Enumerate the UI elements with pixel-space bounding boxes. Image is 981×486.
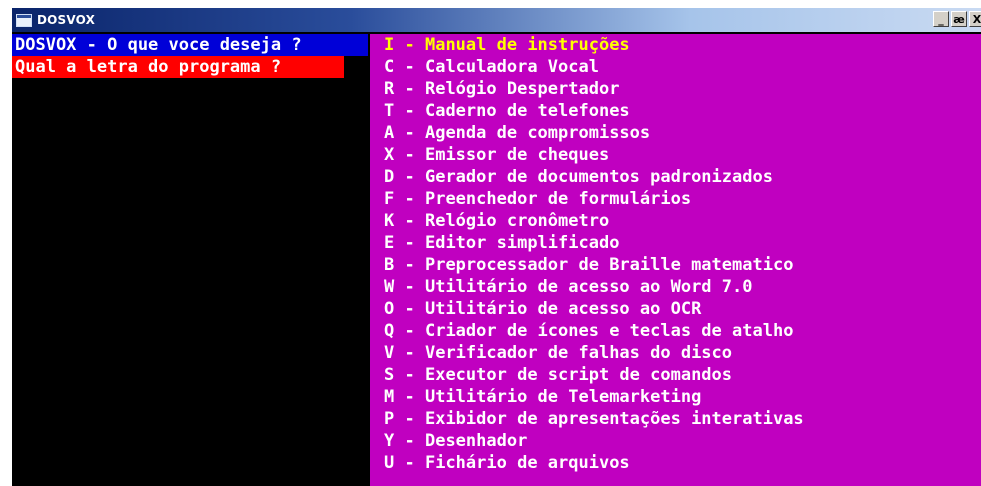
menu-item-label: Preprocessador de Braille matematico xyxy=(424,255,794,275)
menu-item[interactable]: C - Calculadora Vocal xyxy=(384,56,599,78)
menu-item-key: E xyxy=(384,233,395,253)
menu-item-key: U xyxy=(384,453,395,473)
console-area[interactable]: DOSVOX - O que voce deseja ? Qual a letr… xyxy=(12,32,981,486)
menu-item[interactable]: I - Manual de instruções xyxy=(384,34,630,56)
menu-item-key: M xyxy=(384,387,395,407)
menu-item-label: Editor simplificado xyxy=(424,233,620,253)
window-icon[interactable] xyxy=(16,13,32,27)
menu-item-key: T xyxy=(384,101,395,121)
menu-item-key: K xyxy=(384,211,395,231)
menu-item-separator: - xyxy=(394,211,425,231)
menu-item-key: V xyxy=(384,343,395,363)
menu-item[interactable]: T - Caderno de telefones xyxy=(384,100,630,122)
menu-item-separator: - xyxy=(394,233,425,253)
menu-item-separator: - xyxy=(394,365,425,385)
menu-item-separator: - xyxy=(394,167,425,187)
menu-item[interactable]: D - Gerador de documentos padronizados xyxy=(384,166,773,188)
menu-item-label: Fichário de arquivos xyxy=(424,453,630,473)
menu-item[interactable]: W - Utilitário de acesso ao Word 7.0 xyxy=(384,276,752,298)
menu-item-key: A xyxy=(384,123,395,143)
menu-item-label: Agenda de compromissos xyxy=(424,123,651,143)
menu-item[interactable]: S - Executor de script de comandos xyxy=(384,364,732,386)
program-menu: I - Manual de instruções C - Calculadora … xyxy=(370,34,981,486)
dosvox-window: DOSVOX _ æ X DOSVOX - O que voce deseja … xyxy=(12,8,981,486)
menu-item[interactable]: F - Preenchedor de formulários xyxy=(384,188,691,210)
menu-item[interactable]: Q - Criador de ícones e teclas de atalho xyxy=(384,320,793,342)
menu-item-separator: - xyxy=(394,387,425,407)
menu-item-separator: - xyxy=(394,189,425,209)
menu-item-label: Desenhador xyxy=(424,431,528,451)
menu-item-label: Calculadora Vocal xyxy=(424,57,599,77)
menu-item-label: Utilitário de Telemarketing xyxy=(424,387,702,407)
menu-item-key: W xyxy=(384,277,395,297)
menu-item-separator: - xyxy=(394,57,425,77)
menu-item-separator: - xyxy=(394,123,425,143)
menu-item-key: F xyxy=(384,189,395,209)
menu-item-key: D xyxy=(384,167,395,187)
close-button[interactable]: X xyxy=(969,11,981,27)
menu-item-label: Emissor de cheques xyxy=(424,145,610,165)
menu-item-label: Relógio cronômetro xyxy=(424,211,610,231)
menu-item-separator: - xyxy=(394,255,425,275)
menu-item-key: I xyxy=(384,35,395,55)
menu-item-separator: - xyxy=(394,101,425,121)
menu-item-label: Manual de instruções xyxy=(424,35,630,55)
menu-item[interactable]: V - Verificador de falhas do disco xyxy=(384,342,732,364)
minimize-button[interactable]: _ xyxy=(933,11,949,27)
menu-item-key: B xyxy=(384,255,395,275)
maximize-button[interactable]: æ xyxy=(951,11,967,27)
menu-item-separator: - xyxy=(394,409,425,429)
menu-item-label: Caderno de telefones xyxy=(424,101,630,121)
menu-item-key: R xyxy=(384,79,395,99)
menu-item-label: Utilitário de acesso ao Word 7.0 xyxy=(424,277,753,297)
menu-item-key: O xyxy=(384,299,395,319)
menu-item-label: Executor de script de comandos xyxy=(424,365,733,385)
menu-item-key: Q xyxy=(384,321,395,341)
title-bar[interactable]: DOSVOX _ æ X xyxy=(12,8,981,32)
menu-item-separator: - xyxy=(394,35,425,55)
menu-item-key: Y xyxy=(384,431,395,451)
menu-item[interactable]: U - Fichário de arquivos xyxy=(384,452,630,474)
prompt-question: DOSVOX - O que voce deseja ? xyxy=(12,34,368,56)
window-controls: _ æ X xyxy=(933,11,981,27)
menu-item-separator: - xyxy=(394,343,425,363)
menu-item-separator: - xyxy=(394,277,425,297)
menu-item-label: Exibidor de apresentações interativas xyxy=(424,409,804,429)
menu-item-key: S xyxy=(384,365,395,385)
menu-item[interactable]: M - Utilitário de Telemarketing xyxy=(384,386,701,408)
prompt-letter[interactable]: Qual a letra do programa ? xyxy=(12,56,344,78)
menu-item[interactable]: O - Utilitário de acesso ao OCR xyxy=(384,298,701,320)
menu-item[interactable]: Y - Desenhador xyxy=(384,430,527,452)
menu-item[interactable]: R - Relógio Despertador xyxy=(384,78,619,100)
menu-item-label: Criador de ícones e teclas de atalho xyxy=(424,321,794,341)
menu-item-label: Gerador de documentos padronizados xyxy=(424,167,773,187)
menu-item-separator: - xyxy=(394,145,425,165)
menu-item[interactable]: B - Preprocessador de Braille matematico xyxy=(384,254,793,276)
menu-item-label: Verificador de falhas do disco xyxy=(424,343,733,363)
menu-item[interactable]: P - Exibidor de apresentações interativa… xyxy=(384,408,804,430)
menu-item[interactable]: E - Editor simplificado xyxy=(384,232,619,254)
menu-item-separator: - xyxy=(394,453,425,473)
menu-item-key: C xyxy=(384,57,395,77)
menu-item[interactable]: A - Agenda de compromissos xyxy=(384,122,650,144)
menu-item-label: Preenchedor de formulários xyxy=(424,189,692,209)
menu-item-label: Utilitário de acesso ao OCR xyxy=(424,299,702,319)
menu-item-separator: - xyxy=(394,79,425,99)
menu-item-label: Relógio Despertador xyxy=(424,79,620,99)
menu-item-separator: - xyxy=(394,299,425,319)
menu-item[interactable]: X - Emissor de cheques xyxy=(384,144,609,166)
menu-item-separator: - xyxy=(394,321,425,341)
menu-item[interactable]: K - Relógio cronômetro xyxy=(384,210,609,232)
menu-item-separator: - xyxy=(394,431,425,451)
menu-item-key: X xyxy=(384,145,395,165)
menu-item-key: P xyxy=(384,409,395,429)
window-title: DOSVOX xyxy=(37,13,96,27)
